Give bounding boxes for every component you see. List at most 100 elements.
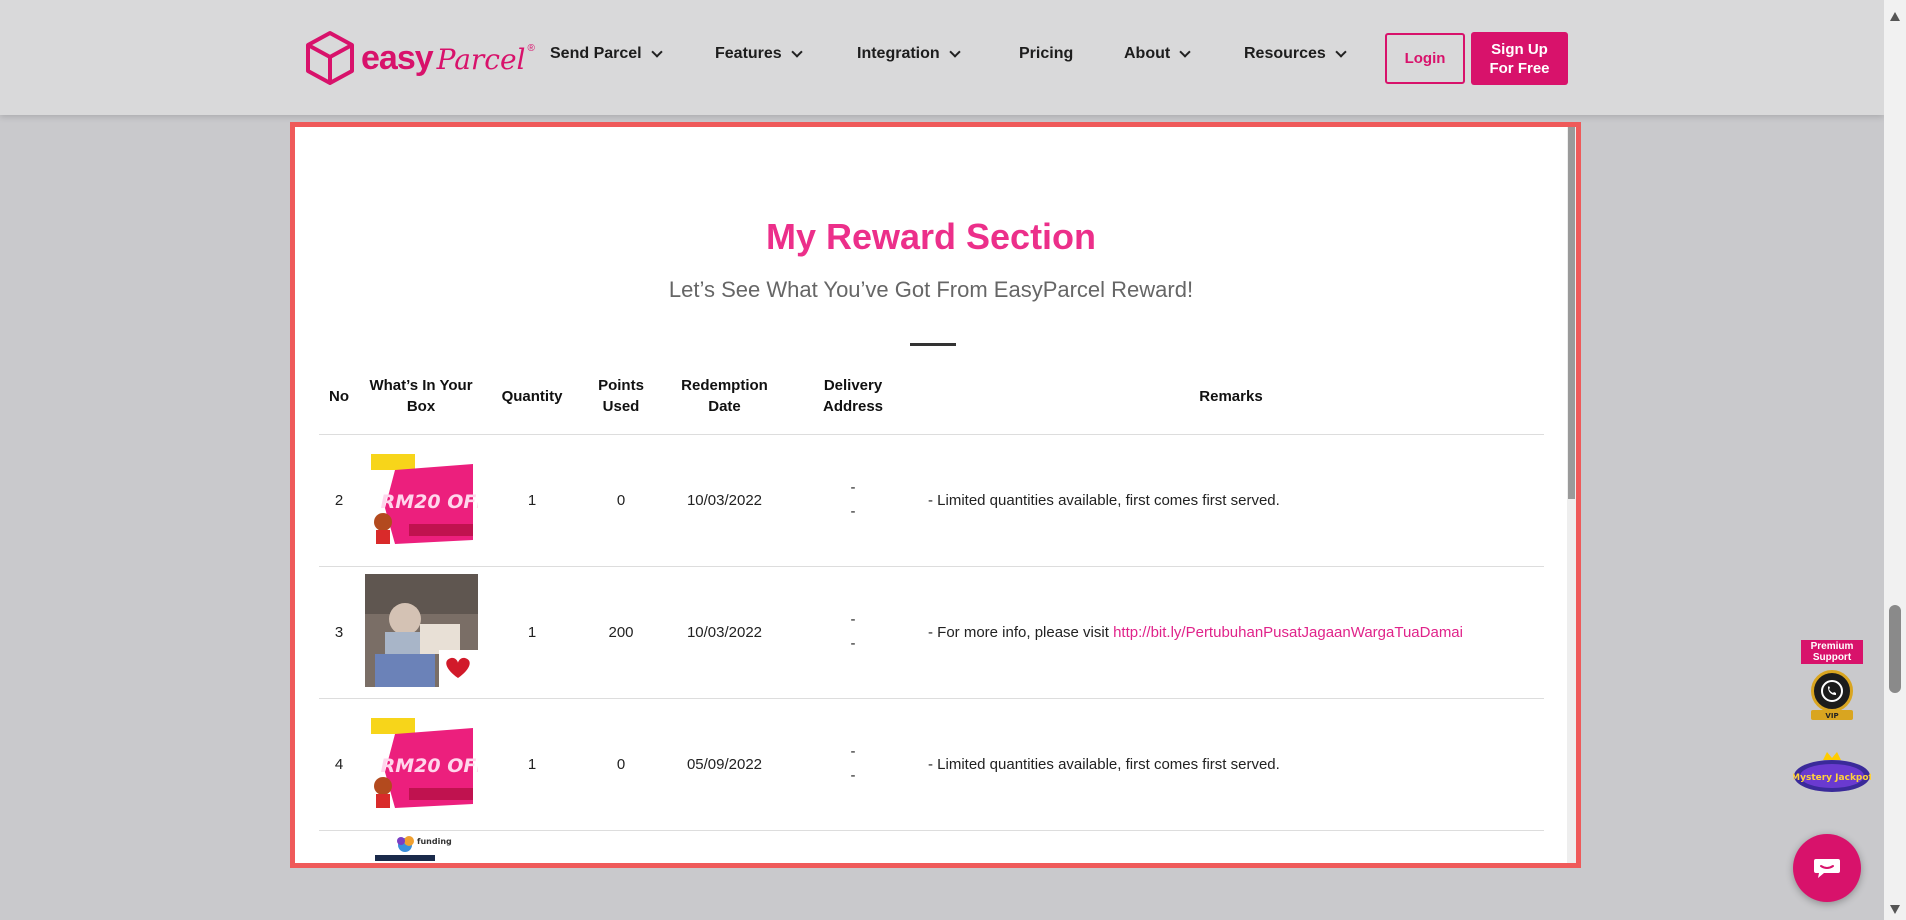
col-points: Points Used	[581, 359, 661, 435]
col-delivery-line1: Delivery	[823, 377, 883, 395]
nav-about[interactable]: About	[1124, 45, 1191, 63]
chevron-down-icon	[650, 45, 663, 58]
mystery-jackpot-widget[interactable]: Mystery Jackpot	[1793, 750, 1871, 802]
nav-label: Send Parcel	[550, 45, 642, 62]
logo-registered-mark: ®	[527, 42, 535, 54]
table-header-row: No What’s In Your Box Quantity Points Us…	[319, 359, 1544, 435]
address-line1: -	[850, 743, 856, 760]
charity-photo-image[interactable]	[364, 573, 478, 687]
cell-remarks: - For more info, please visit http://bit…	[918, 566, 1544, 699]
easyparcel-logo[interactable]: easy Parcel ®	[305, 28, 535, 88]
cell-box: funding	[359, 830, 483, 863]
cell-no	[319, 830, 359, 863]
col-box-line1: What’s In Your	[369, 377, 473, 395]
section-subtitle: Let’s See What You’ve Got From EasyParce…	[668, 277, 1194, 302]
scroll-up-icon[interactable]	[1890, 12, 1900, 21]
partial-row-rest	[483, 830, 1544, 863]
scrollbar-thumb[interactable]	[1889, 605, 1901, 693]
whatsapp-vip-icon	[1811, 670, 1853, 712]
page-scrollbar[interactable]	[1884, 0, 1906, 920]
vip-ribbon: VIP	[1811, 710, 1853, 720]
nav-features[interactable]: Features	[715, 45, 803, 63]
vip-label: VIP	[1825, 712, 1838, 720]
col-points-line2: Used	[602, 398, 640, 416]
site-header: easy Parcel ® Send Parcel Features Integ…	[0, 0, 1884, 115]
col-delivery-line2: Address	[822, 398, 884, 416]
voucher-amount-text: RM20 OFF	[380, 491, 477, 513]
cell-date: 05/09/2022	[661, 698, 788, 831]
chat-bubble-icon	[1814, 859, 1840, 878]
remark-text: - Limited quantities available, first co…	[928, 755, 1280, 773]
nav-label: Integration	[857, 45, 940, 62]
col-redemption: Redemption Date	[661, 359, 788, 435]
table-row: 4 RM20 OFF 1 0 05/09/2022 -	[319, 698, 1544, 831]
cell-no: 3	[319, 566, 359, 699]
col-remarks: Remarks	[918, 359, 1544, 435]
nav-label: Features	[715, 45, 782, 62]
cell-points: 200	[581, 566, 661, 699]
col-points-line1: Points	[598, 377, 644, 395]
mystery-label: Mystery Jackpot	[1793, 773, 1871, 783]
signup-label-line2: For Free	[1489, 59, 1550, 77]
whatsapp-icon	[1821, 680, 1843, 702]
remark-link[interactable]: http://bit.ly/PertubuhanPusatJagaanWarga…	[1113, 624, 1463, 641]
remark-text: - For more info, please visit	[928, 623, 1114, 641]
nav-label: About	[1124, 45, 1171, 62]
login-button[interactable]: Login	[1385, 33, 1465, 84]
cell-points: 0	[581, 434, 661, 567]
chevron-down-icon	[791, 45, 803, 58]
cell-no: 2	[319, 434, 359, 567]
nav-pricing[interactable]: Pricing	[1019, 45, 1073, 63]
funding-logo-image[interactable]: funding	[365, 831, 478, 861]
cell-box	[359, 566, 483, 699]
cell-box: RM20 OFF	[359, 698, 489, 831]
scroll-down-icon[interactable]	[1890, 905, 1900, 914]
nav-integration[interactable]: Integration	[857, 45, 961, 63]
logo-text-easy: easy	[361, 38, 434, 77]
remark-text: - Limited quantities available, first co…	[928, 491, 1280, 509]
cell-no: 4	[319, 698, 359, 831]
panel-scrollbar[interactable]	[1567, 127, 1576, 863]
reward-panel: My Reward Section Let’s See What You’ve …	[290, 122, 1581, 868]
premium-support-widget[interactable]: Premium Support VIP	[1801, 640, 1863, 720]
cell-quantity: 1	[483, 698, 581, 831]
nav-send-parcel[interactable]: Send Parcel	[550, 45, 663, 63]
col-quantity: Quantity	[483, 359, 581, 435]
voucher-image[interactable]: RM20 OFF	[365, 448, 489, 548]
col-redemption-line1: Redemption	[681, 377, 768, 395]
address-line2: -	[850, 635, 856, 652]
address-line1: -	[850, 479, 856, 496]
table-row: 3 1 200 10/03/2022 - - - For more info, …	[319, 566, 1544, 699]
col-box-line2: Box	[406, 398, 436, 416]
cell-date: 10/03/2022	[661, 566, 788, 699]
section-title: My Reward Section	[765, 216, 1097, 257]
nav-resources[interactable]: Resources	[1244, 45, 1347, 63]
address-line2: -	[850, 767, 856, 784]
funding-logo-text: funding	[417, 837, 452, 846]
chevron-down-icon	[1179, 45, 1191, 58]
cell-remarks: - Limited quantities available, first co…	[918, 698, 1544, 831]
parcel-box-icon	[306, 31, 354, 85]
nav-label: Resources	[1244, 45, 1326, 62]
chevron-down-icon	[949, 45, 961, 58]
logo-text-parcel: Parcel	[436, 42, 526, 76]
address-line2: -	[850, 503, 856, 520]
chat-button[interactable]	[1793, 834, 1861, 902]
table-row: 2 RM20 OFF 1 0 10/03/2022 -	[319, 434, 1544, 567]
cell-date: 10/03/2022	[661, 434, 788, 567]
cell-box: RM20 OFF	[359, 434, 489, 567]
table-row: funding	[319, 830, 1544, 863]
premium-line1: Premium	[1810, 641, 1854, 652]
col-box: What’s In Your Box	[359, 359, 483, 435]
signup-label-line1: Sign Up	[1491, 40, 1548, 58]
cell-address: - -	[788, 566, 918, 699]
title-divider	[910, 343, 956, 346]
panel-scrollbar-thumb[interactable]	[1568, 127, 1575, 499]
cell-points: 0	[581, 698, 661, 831]
cell-address: - -	[788, 698, 918, 831]
signup-button[interactable]: Sign Up For Free	[1471, 32, 1568, 85]
voucher-image[interactable]: RM20 OFF	[365, 712, 489, 812]
col-no: No	[319, 359, 359, 435]
nav-label: Pricing	[1019, 45, 1074, 62]
premium-support-tag: Premium Support	[1801, 640, 1863, 664]
